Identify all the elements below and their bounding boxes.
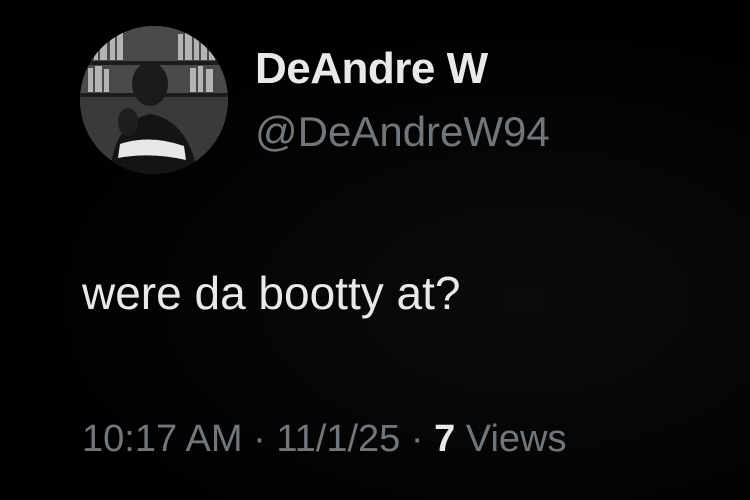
tweet-time[interactable]: 10:17 AM bbox=[82, 418, 243, 460]
meta-separator: · bbox=[410, 418, 424, 460]
author-handle[interactable]: @DeAndreW94 bbox=[255, 108, 550, 156]
avatar[interactable] bbox=[80, 26, 228, 174]
tweet-card: DeAndre W @DeAndreW94 were da bootty at?… bbox=[0, 0, 750, 500]
tweet-meta: 10:17 AM · 11/1/25 · 7 Views bbox=[82, 418, 566, 461]
author-display-name[interactable]: DeAndre W bbox=[255, 44, 488, 94]
views-label[interactable]: Views bbox=[466, 418, 567, 460]
tweet-text: were da bootty at? bbox=[82, 267, 461, 319]
views-count[interactable]: 7 bbox=[434, 418, 455, 460]
meta-separator: · bbox=[253, 418, 266, 460]
tweet-date[interactable]: 11/1/25 bbox=[276, 418, 400, 460]
profile-photo-icon bbox=[80, 26, 228, 174]
